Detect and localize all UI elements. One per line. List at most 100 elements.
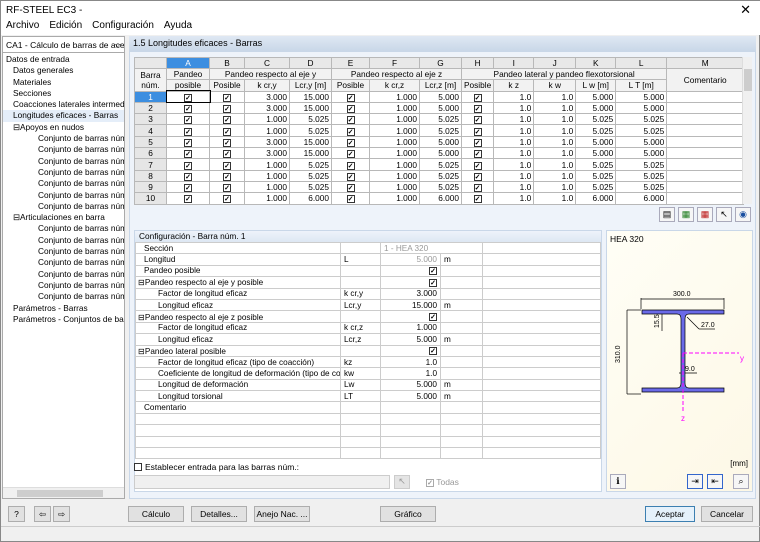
checkbox-cell[interactable]: ✓ — [460, 90, 495, 103]
settings-row[interactable]: Factor de longitud eficaz (tipo de coacc… — [135, 355, 601, 369]
table-row[interactable]: 10 ✓ ✓ 1.000 6.000 ✓ 1.000 6.000 ✓ 1.0 1.0 6.000 6.0… — [134, 192, 745, 205]
tree-item[interactable]: Longitudes eficaces - Barras — [3, 110, 124, 122]
check-icon[interactable]: ✓ — [473, 116, 482, 125]
comment-cell[interactable] — [666, 90, 745, 103]
cell[interactable]: 5.000 — [419, 147, 462, 160]
checkbox-cell[interactable]: ✓ — [209, 124, 245, 137]
comment-cell[interactable] — [666, 124, 745, 137]
row-number[interactable]: 7 — [134, 158, 167, 171]
check-icon[interactable]: ✓ — [223, 161, 231, 170]
tree-item[interactable]: Conjunto de barras núm. 4 — [3, 257, 124, 268]
tree-item[interactable]: Conjunto de barras núm. 6 — [3, 190, 124, 201]
comment-cell[interactable] — [666, 147, 745, 160]
checkbox-cell[interactable]: ✓ — [166, 113, 210, 126]
table-row[interactable]: 7 ✓ ✓ 1.000 5.025 ✓ 1.000 5.025 ✓ 1.0 1.0 5.025 5.02… — [134, 158, 745, 171]
check-icon[interactable]: ✓ — [473, 93, 482, 102]
tree-item[interactable]: Parámetros - Barras — [3, 303, 124, 314]
checkbox-cell[interactable]: ✓ — [460, 101, 495, 115]
cell[interactable]: 5.025 — [289, 113, 332, 126]
cell[interactable]: 5.025 — [419, 124, 462, 137]
checkbox-cell[interactable]: ✓ — [166, 101, 210, 115]
checkbox-cell[interactable]: ✓ — [166, 147, 210, 160]
settings-row[interactable]: Longitud torsional LT 5.000 m — [135, 390, 601, 403]
check-icon[interactable]: ✓ — [346, 150, 355, 159]
cell[interactable]: 5.025 — [289, 180, 332, 194]
cell[interactable]: 5.025 — [615, 113, 668, 126]
tree-item[interactable]: Parámetros - Conjuntos de barras — [3, 314, 124, 325]
tree-item[interactable]: Conjunto de barras núm. 7 — [3, 201, 124, 212]
check-icon[interactable]: ✓ — [223, 172, 231, 181]
check-icon[interactable]: ✓ — [223, 150, 231, 159]
check-icon[interactable]: ✓ — [223, 184, 231, 193]
menu-archivo[interactable]: Archivo — [6, 20, 39, 33]
settings-row[interactable]: Longitud de deformación Lw 5.000 m — [135, 378, 601, 392]
close-button[interactable]: ✕ — [740, 2, 751, 18]
cell[interactable]: 1.0 — [493, 158, 535, 171]
row-number[interactable]: 8 — [134, 169, 167, 182]
row-number[interactable]: 9 — [134, 180, 167, 194]
check-icon[interactable]: ✓ — [473, 105, 482, 114]
collapse-icon[interactable]: ⊟ — [13, 212, 20, 222]
checkbox-cell[interactable]: ✓ — [209, 147, 245, 160]
cell[interactable]: 1.000 — [369, 101, 420, 115]
menu-configuracion[interactable]: Configuración — [92, 20, 154, 33]
cell[interactable]: 5.025 — [615, 180, 668, 194]
settings-row[interactable]: Factor de longitud eficaz k cr,z 1.000 — [135, 321, 601, 335]
settings-row[interactable]: Pandeo posible ✓ — [135, 264, 601, 278]
cell[interactable]: 1.000 — [244, 192, 290, 205]
cancel-button[interactable]: Cancelar — [701, 506, 753, 522]
check-icon[interactable]: ✓ — [429, 313, 437, 322]
axis-x-view-button[interactable]: ⇥ — [687, 474, 703, 489]
checkbox-cell[interactable]: ✓ — [331, 192, 370, 205]
cell[interactable]: 5.000 — [419, 135, 462, 149]
cell[interactable]: 1.0 — [493, 147, 535, 160]
cell[interactable]: 5.025 — [575, 158, 617, 171]
cell[interactable]: 1.000 — [369, 147, 420, 160]
cell[interactable]: 6.000 — [615, 192, 668, 205]
check-icon[interactable]: ✓ — [184, 150, 192, 159]
cell[interactable]: 5.000 — [575, 101, 617, 115]
select-in-graphic-button[interactable]: ↖ — [716, 207, 732, 222]
tree-horizontal-scrollbar[interactable] — [3, 487, 124, 498]
cell[interactable]: 1.0 — [493, 124, 535, 137]
checkbox-cell[interactable]: ✓ — [166, 124, 210, 137]
import-excel-button[interactable]: ▦ — [678, 207, 694, 222]
checkbox-cell[interactable]: ✓ — [166, 135, 210, 149]
cell[interactable]: 5.000 — [615, 101, 668, 115]
check-icon[interactable]: ✓ — [184, 172, 192, 181]
checkbox-cell[interactable]: ✓ — [331, 180, 370, 194]
setting-value[interactable]: ✓ — [380, 264, 441, 278]
scrollbar-thumb[interactable] — [744, 69, 752, 91]
setting-value[interactable]: ✓ — [380, 310, 441, 323]
check-icon[interactable]: ✓ — [184, 127, 192, 136]
check-icon[interactable]: ✓ — [184, 105, 192, 114]
case-dropdown[interactable]: CA1 - Cálculo de barras de acer ⌵ — [3, 37, 124, 53]
checkbox-cell[interactable]: ✓ — [460, 113, 495, 126]
cell[interactable]: 5.025 — [289, 169, 332, 182]
cell[interactable]: 5.025 — [615, 169, 668, 182]
check-icon[interactable]: ✓ — [184, 116, 192, 125]
tree-item[interactable]: Conjunto de barras núm. 3 — [3, 156, 124, 167]
cell[interactable]: 5.025 — [575, 113, 617, 126]
menu-edicion[interactable]: Edición — [49, 20, 82, 33]
checkbox-cell[interactable]: ✓ — [209, 180, 245, 194]
tree-item[interactable]: Datos generales — [3, 65, 124, 76]
cell[interactable]: 5.025 — [615, 124, 668, 137]
check-icon[interactable]: ✓ — [223, 116, 231, 125]
cell[interactable]: 6.000 — [419, 192, 462, 205]
zoom-icon[interactable]: ⌕ — [733, 474, 749, 489]
checkbox-cell[interactable]: ✓ — [209, 113, 245, 126]
tree-item[interactable]: Materiales — [3, 77, 124, 88]
collapse-icon[interactable]: ⊟ — [138, 278, 145, 287]
cell[interactable]: 5.025 — [289, 124, 332, 137]
cell[interactable]: 5.025 — [575, 180, 617, 194]
checkbox-cell[interactable]: ✓ — [209, 101, 245, 115]
setting-value[interactable]: 1.0 — [380, 367, 441, 380]
info-icon[interactable]: ℹ — [610, 474, 626, 489]
check-icon[interactable]: ✓ — [473, 195, 482, 204]
check-icon[interactable]: ✓ — [429, 347, 437, 356]
cell[interactable]: 1.000 — [244, 113, 290, 126]
row-number[interactable]: 1 — [134, 90, 167, 103]
cell[interactable]: 1.0 — [533, 124, 577, 137]
check-icon[interactable]: ✓ — [346, 195, 355, 204]
